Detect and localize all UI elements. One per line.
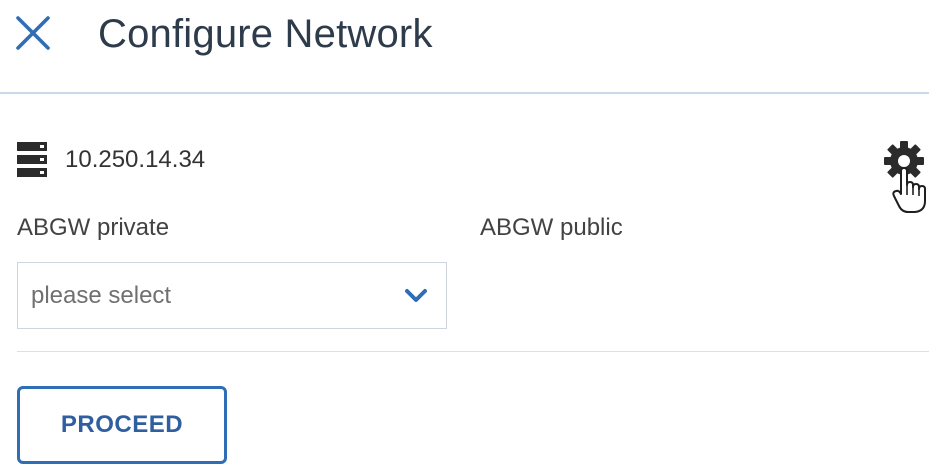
proceed-button-label: PROCEED <box>60 411 184 438</box>
node-row: 10.250.14.34 <box>17 140 205 180</box>
abgw-private-label: ABGW private <box>17 214 170 241</box>
server-icon <box>17 140 47 180</box>
dialog-header: Configure Network <box>0 0 929 94</box>
proceed-button[interactable]: PROCEED <box>17 386 227 464</box>
select-placeholder: please select <box>31 282 172 309</box>
close-icon <box>14 14 52 52</box>
section-divider <box>17 351 929 352</box>
close-button[interactable] <box>14 14 52 52</box>
page-title: Configure Network <box>98 12 433 56</box>
chevron-down-icon <box>404 287 428 305</box>
abgw-public-label: ABGW public <box>480 214 623 241</box>
abgw-private-select[interactable]: please select <box>17 262 447 329</box>
node-settings-button[interactable] <box>882 139 929 217</box>
node-ip-address: 10.250.14.34 <box>65 146 206 173</box>
